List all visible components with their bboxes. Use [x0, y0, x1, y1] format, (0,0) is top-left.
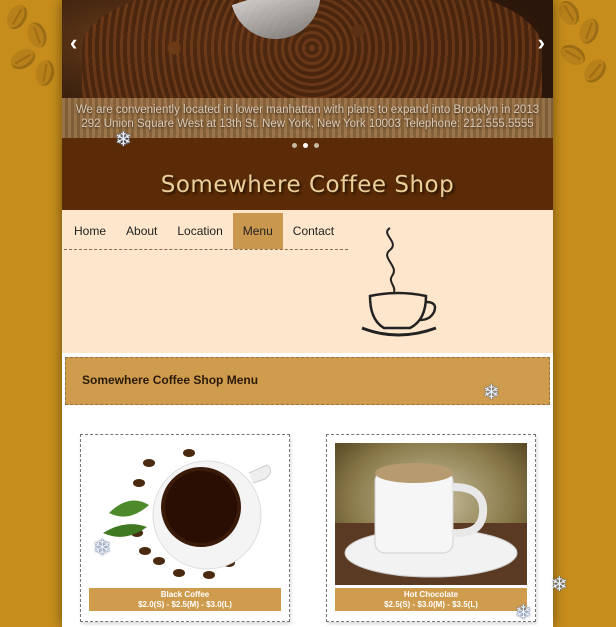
site-logo[interactable]: Somewhere Coffee Shop [62, 172, 553, 198]
product-card-hot-chocolate[interactable]: Hot Chocolate $2.5(S) - $3.0(M) - $3.5(L… [326, 434, 536, 622]
slider-dot[interactable] [292, 143, 297, 148]
caption-line-address: 292 Union Square West at 13th St. New Yo… [81, 118, 534, 130]
snowflake-icon: ❄ [515, 602, 532, 624]
nav-item-home[interactable]: Home [64, 213, 116, 249]
snowflake-icon: ❄ [551, 574, 568, 596]
nav-item-location[interactable]: Location [167, 213, 232, 249]
product-prices: $2.0(S) - $2.5(M) - $3.0(L) [138, 600, 232, 609]
slider-dot[interactable] [314, 143, 319, 148]
caption-line-location: We are conveniently located in lower man… [75, 104, 540, 116]
slider-caption: We are conveniently located in lower man… [62, 103, 553, 131]
slider-dots [292, 143, 319, 148]
product-label: Hot Chocolate $2.5(S) - $3.0(M) - $3.5(L… [335, 588, 527, 611]
coffee-beans-decoration-left [0, 0, 62, 90]
snowflake-icon: ❄ [115, 129, 132, 151]
page-container: ‹ › We are conveniently located in lower… [62, 0, 553, 627]
snowflake-icon: ❄ [93, 535, 112, 560]
snowflake-icon: ❄ [483, 382, 500, 404]
black-coffee-image: ❄ [89, 443, 281, 585]
hot-chocolate-image [335, 443, 527, 585]
nav-item-about[interactable]: About [116, 213, 167, 249]
nav-item-menu[interactable]: Menu [232, 213, 283, 249]
product-prices: $2.5(S) - $3.0(M) - $3.5(L) [384, 600, 478, 609]
slider-next-arrow-icon[interactable]: › [538, 30, 545, 56]
main-nav: Home About Location Menu Contact [64, 213, 348, 250]
product-name: Hot Chocolate [403, 590, 459, 599]
menu-header: Somewhere Coffee Shop Menu [65, 357, 550, 405]
product-card-black-coffee[interactable]: ❄ Black Coffee $2.0(S) - $2.5(M) - $3.0(… [80, 434, 290, 622]
slider-dot-active[interactable] [303, 143, 308, 148]
nav-area: Home About Location Menu Contact [62, 210, 553, 353]
hero-slider: ‹ › We are conveniently located in lower… [62, 0, 553, 138]
product-label: Black Coffee $2.0(S) - $2.5(M) - $3.0(L) [89, 588, 281, 611]
slider-prev-arrow-icon[interactable]: ‹ [70, 30, 77, 56]
nav-item-contact[interactable]: Contact [283, 213, 344, 249]
product-name: Black Coffee [160, 590, 210, 599]
logo-band: Somewhere Coffee Shop [62, 138, 553, 210]
coffee-beans-decoration-right [554, 0, 616, 90]
coffee-cup-icon [361, 227, 437, 337]
menu-title: Somewhere Coffee Shop Menu [82, 373, 259, 387]
